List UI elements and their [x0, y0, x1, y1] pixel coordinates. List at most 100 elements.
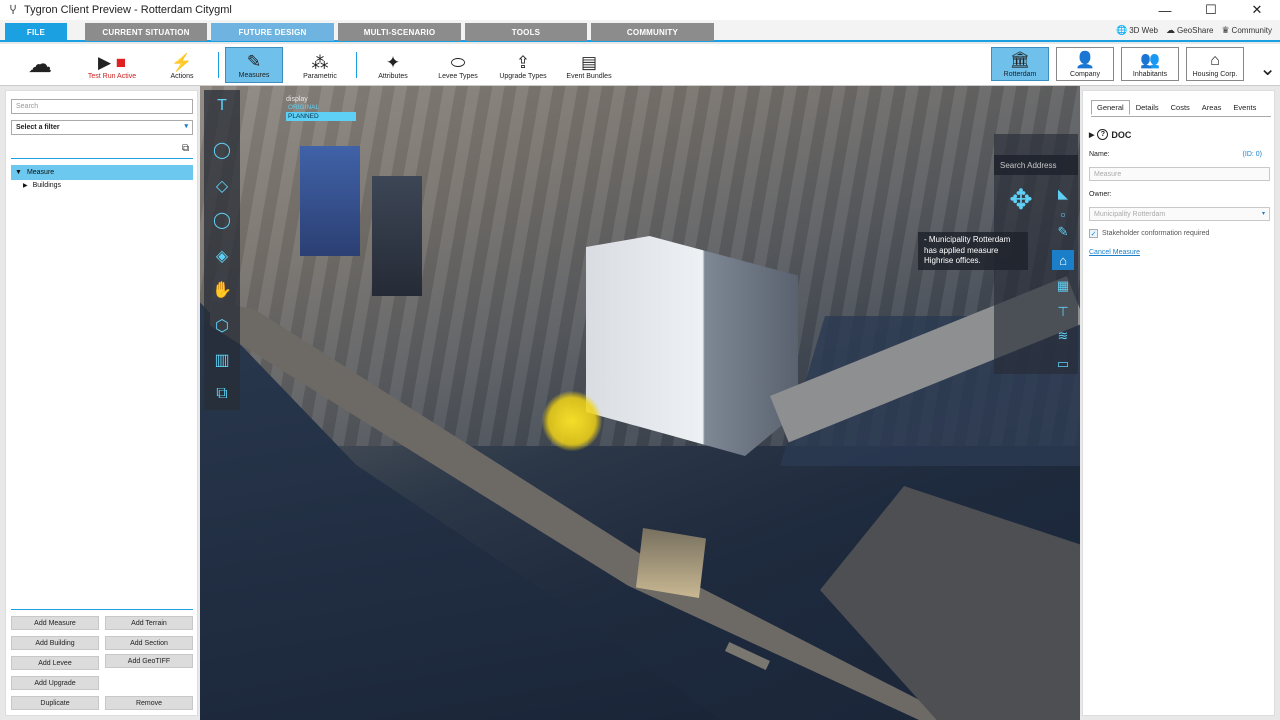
upgrade-types-button[interactable]: ⇪ Upgrade Types — [494, 47, 552, 83]
tab-areas[interactable]: Areas — [1196, 100, 1228, 115]
tab-events[interactable]: Events — [1227, 100, 1262, 115]
tab-details[interactable]: Details — [1130, 100, 1165, 115]
search-input[interactable]: Search — [11, 99, 193, 114]
add-section-button[interactable]: Add Section — [105, 636, 193, 650]
actions-button[interactable]: ⚡ Actions — [160, 47, 204, 83]
measures-button[interactable]: ✎ Measures — [225, 47, 283, 83]
parametric-button[interactable]: ⁂ Parametric — [296, 47, 344, 83]
user-icon: 👤 — [1075, 52, 1095, 69]
lightning-card-icon: ⚡ — [171, 53, 193, 72]
city-hall-icon: 🏛 — [1009, 52, 1031, 69]
plane-icon[interactable]: ◈ — [210, 244, 234, 268]
community-link[interactable]: ♛ Community — [1221, 25, 1272, 36]
tree-item-buildings[interactable]: ▶ Buildings — [23, 182, 61, 189]
add-measure-button[interactable]: Add Measure — [11, 616, 99, 630]
geoshare-link[interactable]: ☁ GeoShare — [1166, 25, 1213, 36]
web3d-link[interactable]: 🌐 3D Web — [1116, 25, 1158, 36]
checkbox-icon: ✓ — [1089, 229, 1098, 238]
home-icon[interactable]: ⌂ — [1052, 250, 1074, 270]
display-label: display — [286, 96, 308, 103]
doc-label: DOC — [1111, 129, 1132, 140]
stakeholder-confirmation-checkbox[interactable]: ✓ Stakeholder conformation required — [1089, 229, 1209, 238]
play-stop-icon: ▶ ■ — [97, 53, 127, 72]
expand-arrow-icon: ▼ — [15, 169, 22, 176]
camera-icon[interactable]: ◣ — [1052, 184, 1074, 204]
name-field[interactable]: Measure — [1089, 167, 1270, 181]
owner-select[interactable]: Municipality Rotterdam ▾ — [1089, 207, 1270, 221]
tab-community[interactable]: COMMUNITY — [591, 23, 714, 41]
duplicate-button[interactable]: Duplicate — [11, 696, 99, 710]
filter-select[interactable]: Select a filter ▾ — [11, 120, 193, 135]
add-levee-button[interactable]: Add Levee — [11, 656, 99, 670]
stack-icon[interactable]: ⧉ — [210, 382, 234, 406]
display-selector: display ORIGINAL PLANNED — [286, 96, 356, 126]
stakeholder-label: Housing Corp. — [1192, 71, 1238, 78]
tab-general[interactable]: General — [1091, 100, 1130, 115]
add-upgrade-button[interactable]: Add Upgrade — [11, 676, 99, 690]
tygron-app-icon: Ⴤ — [9, 4, 17, 17]
map-icon[interactable]: ▦ — [1052, 276, 1074, 296]
people-icon: 👥 — [1140, 52, 1160, 69]
sign-icon[interactable]: ⊤ — [1052, 302, 1074, 322]
stakeholder-company-button[interactable]: 👤 Company — [1056, 47, 1114, 81]
tree-item-measure[interactable]: ▼ Measure — [11, 165, 193, 180]
chat-icon[interactable]: ▭ — [1052, 354, 1074, 374]
tab-costs[interactable]: Costs — [1165, 100, 1196, 115]
cursor-highlight — [542, 391, 602, 451]
add-geotiff-button[interactable]: Add GeoTIFF — [105, 654, 193, 668]
tygron-logo-button[interactable]: ☁ — [22, 47, 58, 83]
doc-header[interactable]: ▶ ? DOC — [1089, 129, 1131, 140]
speech-bubble-icon[interactable]: ◯ — [210, 138, 234, 162]
stakeholder-rotterdam-button[interactable]: 🏛 Rotterdam — [991, 47, 1049, 81]
event-bundles-label: Event Bundles — [566, 73, 612, 80]
tab-future-design[interactable]: FUTURE DESIGN — [211, 23, 334, 41]
building-icon[interactable]: ▥ — [210, 348, 234, 372]
layers-icon[interactable]: ≋ — [1052, 326, 1074, 346]
tab-current-situation[interactable]: CURRENT SITUATION — [85, 23, 207, 41]
header-links: 🌐 3D Web ☁ GeoShare ♛ Community — [1116, 25, 1272, 36]
compass-icon[interactable]: ✥ — [1004, 182, 1038, 216]
add-terrain-button[interactable]: Add Terrain — [105, 616, 193, 630]
layer-icon[interactable]: ◇ — [210, 174, 234, 198]
name-label: Name: — [1089, 151, 1110, 158]
ribbon-separator — [218, 52, 219, 78]
maximize-button[interactable]: ☐ — [1188, 0, 1234, 20]
close-button[interactable]: ✕ — [1234, 0, 1280, 20]
remove-button[interactable]: Remove — [105, 696, 193, 710]
document-icon: ▤ — [580, 53, 598, 72]
stakeholder-label: Inhabitants — [1132, 71, 1168, 78]
add-building-button[interactable]: Add Building — [11, 636, 99, 650]
edit-icon[interactable]: ✎ — [1052, 222, 1074, 242]
notification-line: Highrise offices. — [924, 256, 981, 265]
test-run-button[interactable]: ▶ ■ Test Run Active — [82, 47, 142, 83]
stakeholder-housing-button[interactable]: ⌂ Housing Corp. — [1186, 47, 1244, 81]
filter-value: Select a filter — [16, 124, 60, 131]
3d-map-viewport[interactable] — [200, 86, 1080, 720]
attributes-label: Attributes — [378, 73, 408, 80]
pencil-card-icon: ✎ — [246, 52, 262, 71]
tab-multi-scenario[interactable]: MULTI-SCENARIO — [338, 23, 461, 41]
viewport-tool-strip: T ◯ ◇ ◯ ◈ ✋ ⬡ ▥ ⧉ — [204, 90, 240, 410]
notification-line: - Municipality Rotterdam — [924, 235, 1011, 244]
minimize-button[interactable]: — — [1142, 0, 1188, 20]
tab-tools[interactable]: TOOLS — [465, 23, 587, 41]
ribbon-toolbar: ☁ ▶ ■ Test Run Active ⚡ Actions ✎ Measur… — [0, 44, 1280, 86]
search-address-field[interactable]: Search Address — [994, 155, 1078, 175]
event-bundles-button[interactable]: ▤ Event Bundles — [562, 47, 616, 83]
chevron-down-icon[interactable]: ⌄ — [1259, 56, 1276, 81]
id-link[interactable]: (ID: 0) — [1243, 151, 1262, 158]
small-tool-icon[interactable]: ▫ — [1052, 204, 1074, 224]
display-option-original[interactable]: ORIGINAL — [286, 103, 356, 112]
tab-file[interactable]: FILE — [5, 23, 67, 41]
box-icon[interactable]: ⬡ — [210, 314, 234, 338]
text-tool-icon[interactable]: T — [210, 94, 234, 118]
stakeholder-inhabitants-button[interactable]: 👥 Inhabitants — [1121, 47, 1179, 81]
speech-bubble-icon-2[interactable]: ◯ — [210, 208, 234, 232]
copy-icon[interactable]: ⧉ — [182, 143, 189, 154]
display-option-planned[interactable]: PLANNED — [286, 112, 356, 121]
cancel-measure-link[interactable]: Cancel Measure — [1089, 249, 1140, 256]
hand-icon[interactable]: ✋ — [210, 278, 234, 302]
levee-types-button[interactable]: ⬭ Levee Types — [432, 47, 484, 83]
attributes-button[interactable]: ✦ Attributes — [370, 47, 416, 83]
globe-icon: 🌐 — [1116, 25, 1128, 35]
